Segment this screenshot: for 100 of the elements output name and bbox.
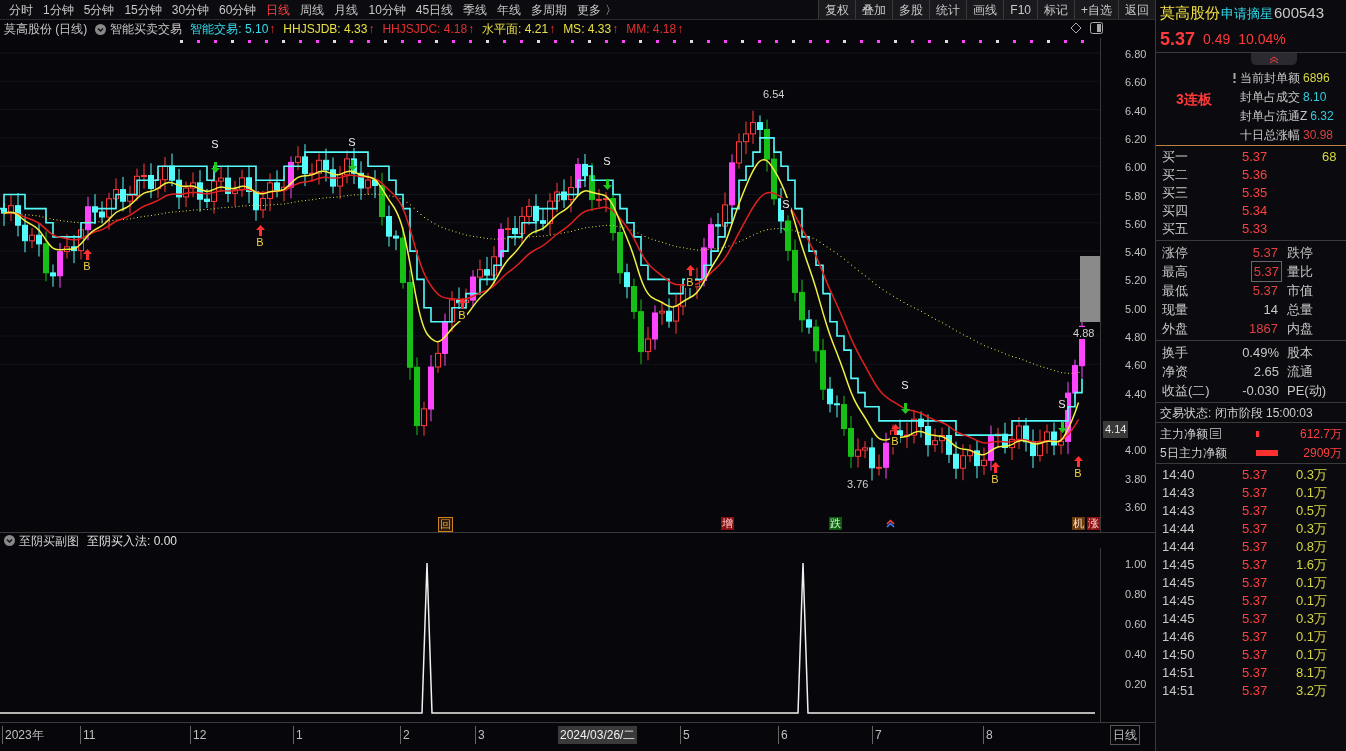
axis-tick-label: 5.20 — [1125, 273, 1147, 289]
list-icon[interactable] — [1210, 428, 1221, 439]
period-tab[interactable]: 分时 — [4, 0, 38, 19]
trade-volume: 0.1万 — [1296, 574, 1328, 593]
trade-time: 14:45 — [1162, 574, 1196, 593]
event-badge[interactable]: 回 — [438, 517, 453, 532]
up-arrow-icon — [685, 265, 695, 276]
toolbar-button[interactable]: 返回 — [1118, 0, 1155, 19]
dropdown-icon[interactable] — [4, 535, 15, 546]
trade-price: 5.37 — [1242, 610, 1269, 629]
event-badge[interactable]: 增 — [721, 517, 734, 530]
bid-price: 5.33 — [1242, 220, 1269, 239]
trade-price: 5.37 — [1242, 556, 1269, 575]
trade-price: 5.37 — [1242, 646, 1269, 665]
trade-volume: 8.1万 — [1296, 664, 1328, 683]
field-label: 跌停 — [1287, 243, 1313, 262]
diamond-icon[interactable] — [1070, 22, 1082, 34]
axis-tick-label: 4.00 — [1125, 443, 1147, 459]
field-label: 5日主力净额 — [1160, 444, 1227, 462]
field-label: PE(动) — [1287, 381, 1326, 400]
period-tab[interactable]: 60分钟 — [214, 0, 262, 19]
indicator-value: HHJSJDC: 4.18 — [382, 21, 468, 38]
up-arrow: ↑ — [269, 21, 276, 38]
trade-time: 14:45 — [1162, 610, 1196, 629]
period-tab[interactable]: 30分钟 — [166, 0, 215, 19]
toolbar-button[interactable]: 画线 — [966, 0, 1004, 19]
indicator-value: 水平面: 4.21 — [482, 21, 549, 38]
trade-volume: 0.1万 — [1296, 484, 1328, 503]
indicator-name[interactable]: 智能买卖交易 — [110, 20, 183, 38]
sell-signal-label: S — [347, 136, 357, 148]
trade-volume: 0.1万 — [1296, 646, 1328, 665]
period-tab[interactable]: 周线 — [295, 0, 330, 19]
axis-tick-label: 5.80 — [1125, 188, 1147, 204]
trade-price: 5.37 — [1242, 520, 1269, 539]
field-label: 现量 — [1162, 300, 1189, 319]
up-arrow-icon — [255, 225, 265, 236]
trade-time: 14:45 — [1162, 556, 1196, 575]
axis-tick-label: 3 — [475, 726, 485, 744]
toolbar-button[interactable]: 标记 — [1037, 0, 1074, 19]
trade-volume: 1.6万 — [1296, 556, 1328, 575]
period-tab[interactable]: 45日线 — [410, 0, 459, 19]
flow-bar — [1256, 430, 1259, 437]
sell-signal-label: S — [900, 379, 910, 391]
bid-price: 5.37 — [1242, 148, 1269, 167]
period-tab[interactable]: 15分钟 — [119, 0, 167, 19]
period-tab[interactable]: 多周期 — [526, 0, 573, 19]
period-tab[interactable]: 更多 〉 — [572, 0, 622, 19]
flow-value: 2909万 — [1303, 444, 1342, 462]
period-button[interactable]: 日线 — [1110, 725, 1140, 745]
field-label: 收益(二) — [1162, 381, 1211, 400]
toolbar-button[interactable]: 统计 — [929, 0, 967, 19]
chevron-icon[interactable] — [886, 519, 895, 528]
dropdown-icon[interactable] — [95, 23, 107, 35]
trade-time: 14:51 — [1162, 664, 1196, 683]
star-link[interactable]: 申请摘星 — [1221, 3, 1273, 24]
axis-tick-label: 6.40 — [1125, 103, 1147, 119]
indicator-value: MS: 4.33 — [563, 21, 612, 38]
event-badge[interactable]: 涨 — [1087, 517, 1100, 530]
period-tab[interactable]: 5分钟 — [78, 0, 120, 19]
field-label: 涨停 — [1162, 243, 1189, 262]
indicator-value: 至阴买入法: 0.00 — [87, 532, 178, 550]
period-tab[interactable]: 季线 — [458, 0, 493, 19]
field-value: 8.10 — [1303, 88, 1327, 106]
period-tab[interactable]: 10分钟 — [363, 0, 411, 19]
field-label: 当前封单额 — [1240, 69, 1300, 87]
axis-tick-label: 7 — [872, 726, 882, 744]
toolbar-button[interactable]: 多股 — [892, 0, 930, 19]
up-arrow-icon — [457, 298, 467, 309]
field-label: 流通 — [1287, 362, 1313, 381]
range-bar — [1080, 256, 1100, 322]
bid-level-label: 买五 — [1162, 220, 1189, 239]
toolbar-button[interactable]: 叠加 — [855, 0, 893, 19]
axis-tick-label: 2 — [400, 726, 410, 744]
event-badge[interactable]: 跌 — [829, 517, 842, 530]
axis-tick-label: 3.60 — [1125, 499, 1147, 515]
buy-signal-label: B — [685, 276, 695, 288]
panel-icon[interactable] — [1090, 22, 1103, 34]
collapse-handle-icon[interactable] — [1251, 53, 1297, 65]
period-tab[interactable]: 年线 — [492, 0, 527, 19]
axis-tick-label: 3.80 — [1125, 471, 1147, 487]
trade-volume: 0.3万 — [1296, 520, 1328, 539]
up-arrow: ↑ — [677, 21, 684, 38]
toolbar-button[interactable]: 复权 — [818, 0, 856, 19]
toolbar-button[interactable]: F10 — [1003, 0, 1037, 19]
period-tab[interactable]: 日线 — [261, 0, 296, 19]
price-change: 0.49 — [1203, 30, 1231, 49]
down-arrow-icon — [900, 403, 910, 414]
field-value: 6.32 — [1310, 107, 1334, 125]
field-label: 最低 — [1162, 281, 1189, 300]
buy-signal-label: B — [990, 473, 1000, 485]
event-badge[interactable]: 机 — [1072, 517, 1085, 530]
toolbar-button[interactable]: +自选 — [1074, 0, 1118, 19]
field-label: 主力净额 — [1160, 425, 1208, 443]
period-tab[interactable]: 1分钟 — [38, 0, 79, 19]
axis-tick-label: 0.20 — [1125, 677, 1147, 692]
up-arrow: ↑ — [368, 21, 375, 38]
trade-volume: 0.3万 — [1296, 610, 1328, 629]
period-tab[interactable]: 月线 — [329, 0, 364, 19]
axis-tick-label: 11 — [80, 726, 96, 744]
down-arrow-icon — [210, 162, 220, 173]
